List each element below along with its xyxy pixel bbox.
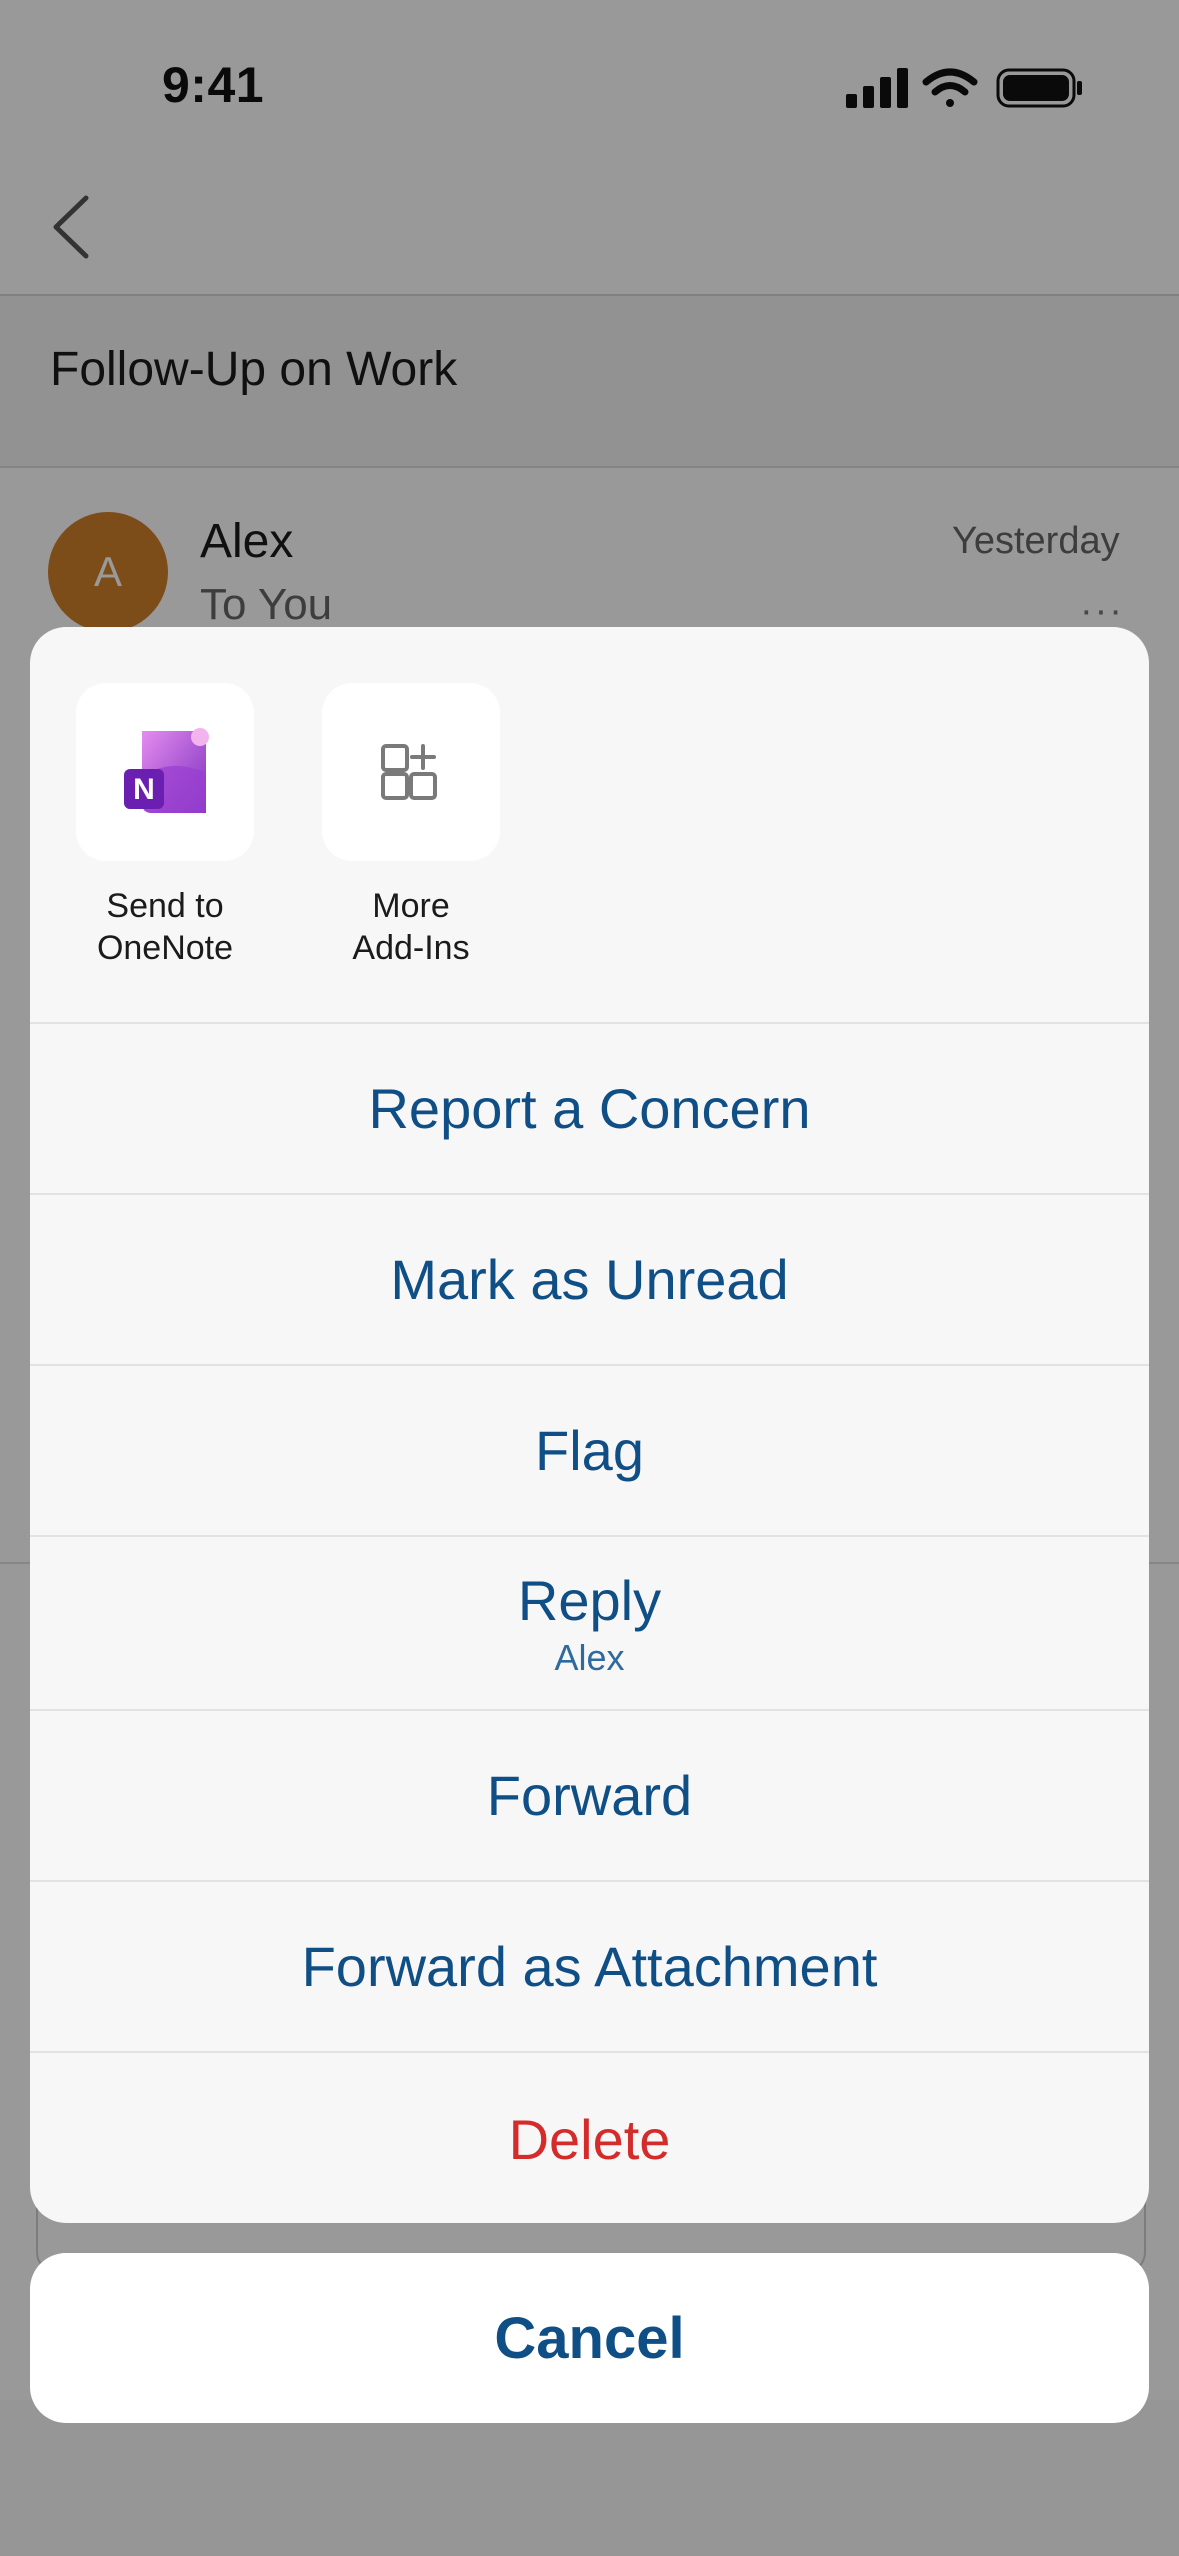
cancel-label: Cancel — [494, 2305, 685, 2371]
reply-item[interactable]: Reply Alex — [30, 1535, 1149, 1709]
send-to-onenote-button[interactable]: N Send to OneNote — [75, 683, 255, 969]
cancel-button[interactable]: Cancel — [30, 2253, 1149, 2423]
forward-item[interactable]: Forward — [30, 1709, 1149, 1880]
more-add-ins-label: More Add-Ins — [352, 887, 470, 967]
addins-row: N Send to OneNote More Add-Ins — [30, 627, 1149, 1022]
delete-label: Delete — [508, 2107, 671, 2171]
more-add-ins-tile[interactable] — [322, 683, 500, 861]
reply-recipient: Alex — [554, 1636, 625, 1678]
svg-text:N: N — [133, 773, 155, 806]
reply-label: Reply — [517, 1568, 662, 1632]
report-concern-label: Report a Concern — [368, 1077, 811, 1140]
onenote-tile[interactable]: N — [76, 683, 254, 861]
flag-item[interactable]: Flag — [30, 1364, 1149, 1535]
send-to-onenote-label: Send to OneNote — [96, 887, 234, 967]
flag-label: Flag — [535, 1419, 644, 1482]
onenote-icon: N — [124, 728, 209, 813]
mark-unread-item[interactable]: Mark as Unread — [30, 1193, 1149, 1364]
add-ins-grid-icon — [381, 744, 437, 800]
forward-label: Forward — [486, 1764, 693, 1827]
forward-attachment-item[interactable]: Forward as Attachment — [30, 1880, 1149, 2051]
delete-item[interactable]: Delete — [30, 2051, 1149, 2223]
forward-attachment-label: Forward as Attachment — [301, 1935, 878, 1998]
mark-unread-label: Mark as Unread — [390, 1248, 789, 1311]
action-sheet: N Send to OneNote More Add-Ins Report a — [30, 627, 1149, 2223]
report-concern-item[interactable]: Report a Concern — [30, 1022, 1149, 1193]
more-add-ins-button[interactable]: More Add-Ins — [321, 683, 501, 969]
